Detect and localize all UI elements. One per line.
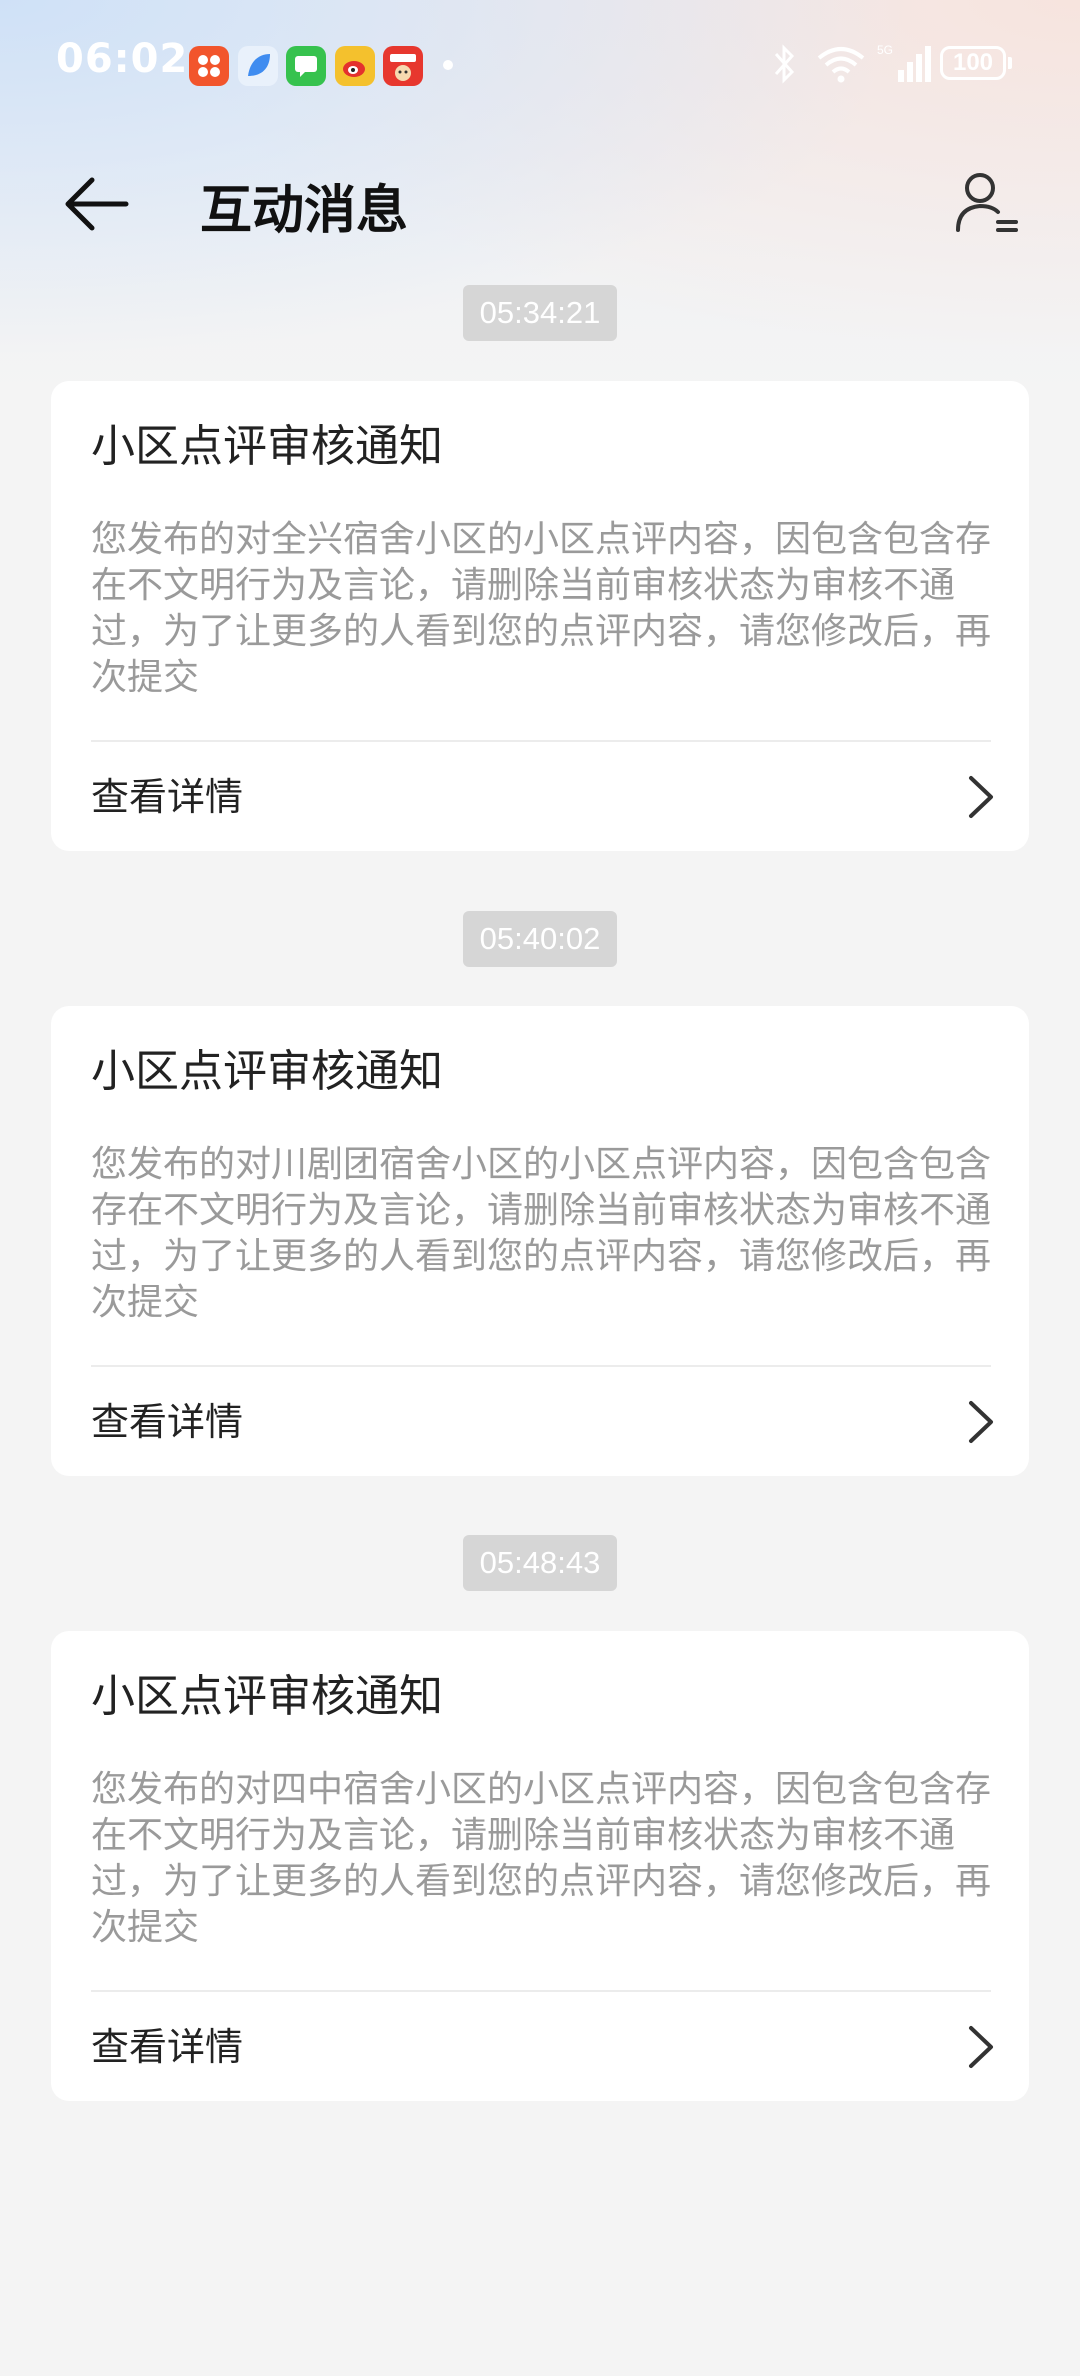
- message-body: 您发布的对四中宿舍小区的小区点评内容，因包含包含存在不文明行为及言论，请删除当前…: [91, 1769, 992, 1948]
- message-title: 小区点评审核通知: [91, 1671, 443, 1722]
- app-icon-takeout: [383, 46, 423, 86]
- message-title: 小区点评审核通知: [91, 421, 443, 472]
- message-card: 小区点评审核通知 您发布的对四中宿舍小区的小区点评内容，因包含包含存在不文明行为…: [51, 1631, 1029, 2101]
- bluetooth-icon: [774, 44, 795, 84]
- app-icon-blue-leaf: [238, 46, 278, 86]
- view-details-label: 查看详情: [91, 2025, 244, 2069]
- message-body: 您发布的对川剧团宿舍小区的小区点评内容，因包含包含存在不文明行为及言论，请删除当…: [91, 1144, 992, 1323]
- battery-level: 100: [952, 49, 994, 76]
- message-timestamp: 05:40:02: [463, 911, 617, 967]
- app-icon-weibo: [335, 46, 375, 86]
- message-title: 小区点评审核通知: [91, 1046, 443, 1097]
- app-icon-orange: [189, 46, 229, 86]
- message-timestamp: 05:48:43: [463, 1535, 617, 1591]
- app-header: 互动消息: [0, 140, 1080, 260]
- chevron-right-icon: [969, 776, 993, 818]
- chevron-right-icon: [969, 1401, 993, 1443]
- wifi-icon: [817, 47, 865, 83]
- message-timestamp: 05:34:21: [463, 285, 617, 341]
- more-notifications-dot: [443, 60, 453, 70]
- status-bar: 06:02 5G 100: [0, 0, 1080, 130]
- view-details-button[interactable]: 查看详情: [51, 1367, 1029, 1476]
- message-card: 小区点评审核通知 您发布的对川剧团宿舍小区的小区点评内容，因包含包含存在不文明行…: [51, 1006, 1029, 1476]
- view-details-label: 查看详情: [91, 775, 244, 819]
- network-type-label: 5G: [877, 43, 893, 57]
- view-details-button[interactable]: 查看详情: [51, 742, 1029, 851]
- user-list-icon: [956, 173, 1018, 232]
- app-icon-green-chat: [286, 46, 326, 86]
- signal-icon: 5G: [877, 43, 931, 82]
- message-card: 小区点评审核通知 您发布的对全兴宿舍小区的小区点评内容，因包含包含存在不文明行为…: [51, 381, 1029, 851]
- chevron-right-icon: [969, 2026, 993, 2068]
- view-details-label: 查看详情: [91, 1400, 244, 1444]
- back-arrow-icon: [65, 177, 129, 231]
- user-settings-button[interactable]: [946, 162, 1026, 242]
- battery-icon: 100: [940, 46, 1012, 80]
- status-time: 06:02: [56, 36, 189, 82]
- back-button[interactable]: [56, 164, 136, 244]
- view-details-button[interactable]: 查看详情: [51, 1992, 1029, 2101]
- page-title: 互动消息: [200, 181, 409, 241]
- message-body: 您发布的对全兴宿舍小区的小区点评内容，因包含包含存在不文明行为及言论，请删除当前…: [91, 519, 992, 698]
